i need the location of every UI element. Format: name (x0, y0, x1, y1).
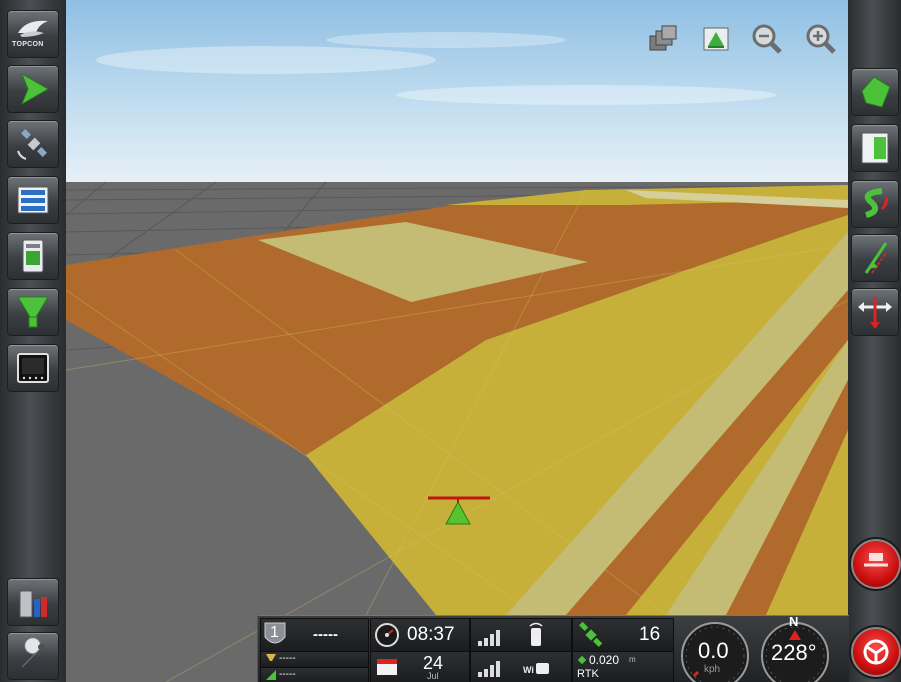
guideline-icon (864, 242, 888, 274)
field-boundary-button[interactable] (851, 68, 899, 116)
calendar-icon (377, 659, 397, 675)
paint-bins-icon (19, 590, 47, 618)
seed-rate-button[interactable] (7, 288, 59, 336)
zoom-in-button[interactable] (804, 22, 838, 56)
gps-receiver-button[interactable] (7, 120, 59, 168)
clock-time: 08:37 (407, 624, 455, 645)
heading-value: 228° (771, 640, 817, 665)
field-viewport[interactable] (66, 0, 848, 682)
speed-unit: kph (704, 664, 721, 675)
field-view-button[interactable] (700, 22, 734, 56)
implement-button[interactable] (7, 232, 59, 280)
topcon-logo-icon (18, 20, 48, 37)
headland-button[interactable] (851, 124, 899, 172)
date-month: Jul (427, 671, 439, 681)
accuracy-satellite-icon (577, 655, 587, 665)
svg-text:Wi: Wi (523, 665, 534, 675)
gnss-satellite-icon (579, 621, 603, 647)
right-toolbar (848, 0, 901, 682)
section-number: 1 (270, 624, 279, 641)
left-toolbar: TOPCON (0, 0, 66, 682)
wifi-bars-icon (478, 661, 500, 677)
product-b-value: ----- (279, 669, 296, 680)
satellite-icon (17, 129, 47, 160)
status-bar: 1 ----- ----- ----- 08:37 24 Jul Wi 16 0… (257, 614, 849, 682)
shift-arrows-icon (858, 297, 892, 329)
spray-boom-icon (864, 553, 888, 567)
satellite-count: 16 (639, 624, 661, 645)
zoom-in-icon (806, 24, 836, 54)
product-a-cell: ----- (260, 651, 369, 668)
screen-icon (17, 353, 49, 383)
product-a-value: ----- (279, 653, 296, 664)
job-button[interactable] (7, 578, 59, 626)
zoom-out-button[interactable] (750, 22, 784, 56)
zoom-out-icon (752, 24, 782, 54)
section-control-cell[interactable]: 1 ----- (260, 618, 369, 652)
accuracy-cell: 0.020 m RTK (572, 651, 674, 682)
shift-button[interactable] (851, 288, 899, 336)
product-b-cell: ----- (260, 667, 369, 682)
layers-icon (649, 25, 677, 51)
layers-button[interactable] (646, 22, 680, 56)
clock-cell: 08:37 (370, 618, 470, 652)
accuracy-unit: m (629, 655, 636, 664)
settings-button[interactable] (7, 632, 59, 680)
cellular-signal-cell (470, 618, 572, 652)
signal-bars-icon (478, 630, 500, 646)
topcon-logo-text: TOPCON (12, 41, 44, 48)
modem-icon (529, 622, 543, 646)
speed-gauge: 0.0 kph (678, 616, 752, 682)
wifi-badge-icon: Wi (523, 663, 549, 675)
wifi-signal-cell: Wi (470, 651, 572, 682)
s-curve-icon (864, 188, 888, 218)
coverage-rate-icon (266, 670, 276, 680)
controller-icon (22, 239, 44, 273)
autosteer-button[interactable] (849, 625, 901, 679)
field-view-icon (703, 27, 729, 51)
hopper-icon (266, 654, 276, 661)
guidance-button[interactable] (7, 65, 59, 113)
nudge-line-button[interactable] (851, 234, 899, 282)
headland-flag-icon (861, 132, 889, 164)
field-menu-button[interactable] (7, 176, 59, 224)
field-3d-scene (66, 0, 848, 682)
list-icon (17, 186, 49, 214)
speedometer-clock-icon (375, 623, 399, 647)
section-value: ----- (313, 626, 338, 643)
accuracy-value: 0.020 (589, 653, 620, 667)
display-settings-button[interactable] (7, 344, 59, 392)
steering-wheel-icon (863, 639, 889, 665)
wrench-icon (21, 637, 44, 668)
field-icon (861, 76, 891, 108)
satellite-count-cell[interactable]: 16 (572, 618, 674, 652)
curve-line-button[interactable] (851, 180, 899, 228)
funnel-icon (17, 296, 49, 328)
green-arrow-icon (20, 72, 50, 106)
correction-type: RTK (577, 668, 599, 680)
date-cell: 24 Jul (370, 651, 470, 682)
heading-compass: N 228° (758, 614, 832, 682)
topcon-logo-button[interactable]: TOPCON (7, 10, 59, 58)
speed-value: 0.0 (698, 638, 729, 663)
master-section-button[interactable] (849, 537, 901, 591)
compass-north-label: N (789, 614, 799, 629)
